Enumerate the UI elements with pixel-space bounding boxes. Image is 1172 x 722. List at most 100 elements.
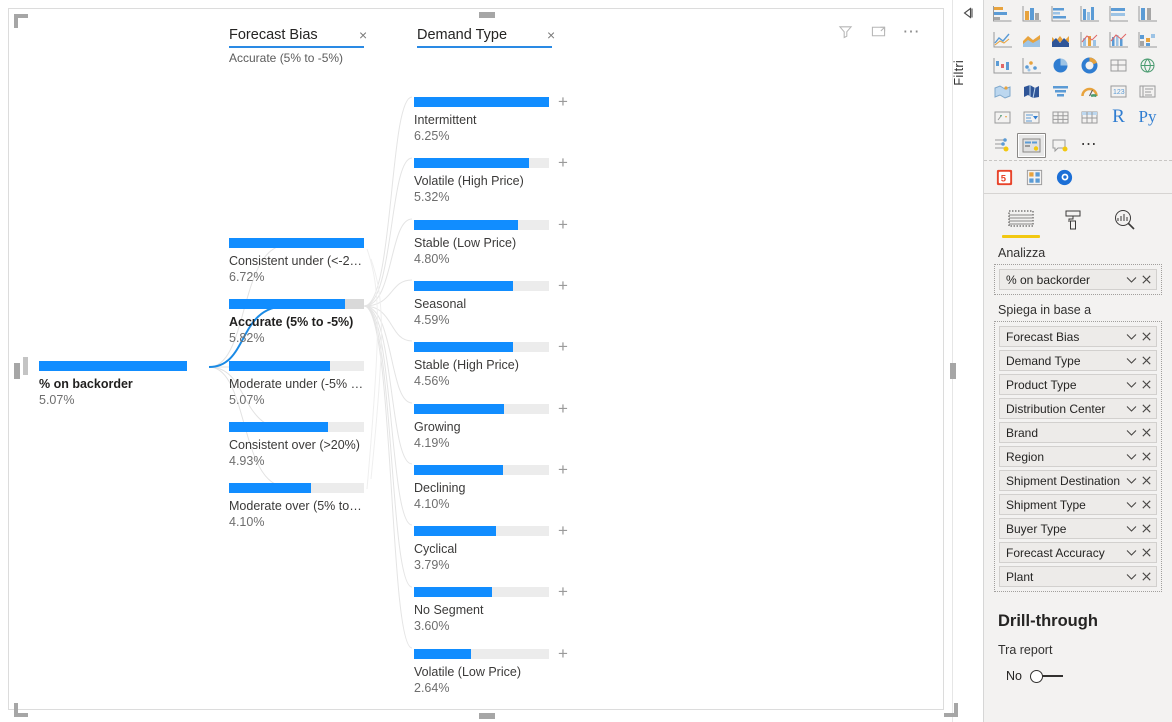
cross-report-toggle[interactable]: [1029, 669, 1065, 683]
chevron-down-icon[interactable]: [1124, 501, 1139, 509]
remove-field-icon[interactable]: [1139, 572, 1153, 581]
qna-visual-icon[interactable]: [1046, 133, 1075, 158]
chevron-down-icon[interactable]: [1124, 477, 1139, 485]
explain-by-field-well[interactable]: Forecast Bias Demand Type Product Type Dist…: [994, 321, 1162, 592]
visualizations-grid-icon[interactable]: [1024, 167, 1044, 187]
tree-node[interactable]: Stable (Low Price) 4.80% +: [414, 216, 568, 267]
remove-field-icon[interactable]: [1139, 332, 1153, 341]
pie-chart-icon[interactable]: [1046, 53, 1075, 78]
filled-map-icon[interactable]: [988, 79, 1017, 104]
remove-field-icon[interactable]: [1139, 500, 1153, 509]
tree-node[interactable]: Volatile (High Price) 5.32% +: [414, 154, 568, 205]
tree-node[interactable]: Moderate over (5% to … 4.10%: [229, 483, 364, 530]
explain-by-field-item[interactable]: Plant: [999, 566, 1157, 587]
tree-node[interactable]: Stable (High Price) 4.56% +: [414, 338, 568, 389]
tree-node[interactable]: Accurate (5% to -5%) 5.82%: [229, 299, 364, 346]
waterfall-chart-icon[interactable]: [988, 53, 1017, 78]
remove-field-icon[interactable]: [1139, 524, 1153, 533]
analyze-tab[interactable]: [998, 204, 1044, 238]
tree-node[interactable]: Volatile (Low Price) 2.64% +: [414, 645, 568, 696]
scatter-chart-icon[interactable]: [1017, 53, 1046, 78]
decomposition-tree-icon[interactable]: [1017, 132, 1046, 158]
resize-handle-bottom-right[interactable]: [944, 703, 958, 717]
chevron-down-icon[interactable]: [1124, 429, 1139, 437]
explain-by-field-item[interactable]: Product Type: [999, 374, 1157, 395]
multi-row-card-icon[interactable]: [1133, 79, 1162, 104]
chevron-down-icon[interactable]: [1124, 549, 1139, 557]
decomposition-tree-visual[interactable]: ⋯ Forecast Bias × Accurate (5% to -5%) D…: [8, 8, 958, 719]
cross-report-toggle-row[interactable]: No: [984, 657, 1172, 683]
tree-node[interactable]: Declining 4.10% +: [414, 461, 568, 512]
fields-circle-icon[interactable]: [1054, 167, 1074, 187]
chevron-down-icon[interactable]: [1124, 276, 1139, 284]
expand-node-icon[interactable]: +: [555, 583, 571, 600]
expand-node-icon[interactable]: +: [555, 461, 571, 478]
expand-node-icon[interactable]: +: [555, 338, 571, 355]
tree-node[interactable]: Cyclical 3.79% +: [414, 522, 568, 573]
explain-by-field-item[interactable]: Demand Type: [999, 350, 1157, 371]
remove-field-icon[interactable]: [1139, 380, 1153, 389]
remove-field-icon[interactable]: [1139, 548, 1153, 557]
clustered-column-chart-icon[interactable]: [1075, 1, 1104, 26]
tree-node[interactable]: Growing 4.19% +: [414, 400, 568, 451]
donut-chart-icon[interactable]: [1075, 53, 1104, 78]
expand-node-icon[interactable]: +: [555, 400, 571, 417]
remove-field-icon[interactable]: [1139, 275, 1153, 284]
tree-node[interactable]: Moderate under (-5% … 5.07%: [229, 360, 364, 408]
slicer-icon[interactable]: [1017, 105, 1046, 130]
expand-node-icon[interactable]: +: [555, 93, 571, 110]
focus-mode-icon[interactable]: [870, 23, 887, 40]
key-influencers-icon[interactable]: [988, 133, 1017, 158]
analytics-tab[interactable]: [1102, 204, 1148, 238]
remove-field-icon[interactable]: [1139, 476, 1153, 485]
tree-node[interactable]: Consistent over (>20%) 4.93%: [229, 421, 364, 469]
remove-field-icon[interactable]: [1139, 428, 1153, 437]
resize-handle-bottom-left[interactable]: [14, 703, 28, 717]
stacked-column-chart-icon[interactable]: [1017, 1, 1046, 26]
tree-level-close-icon[interactable]: ×: [547, 27, 555, 43]
remove-field-icon[interactable]: [1139, 356, 1153, 365]
explain-by-field-item[interactable]: Distribution Center: [999, 398, 1157, 419]
stacked-bar-chart-icon[interactable]: [988, 1, 1017, 26]
ribbon-chart-icon[interactable]: [1133, 27, 1162, 52]
more-visuals-icon[interactable]: ⋯: [1075, 133, 1104, 158]
explain-by-field-item[interactable]: Forecast Accuracy: [999, 542, 1157, 563]
chevron-down-icon[interactable]: [1124, 573, 1139, 581]
matrix-icon[interactable]: [1075, 105, 1104, 130]
tree-level-title[interactable]: Demand Type ×: [417, 27, 555, 48]
more-options-icon[interactable]: ⋯: [903, 23, 922, 40]
chevron-down-icon[interactable]: [1124, 381, 1139, 389]
format-tab[interactable]: [1050, 204, 1096, 238]
area-chart-icon[interactable]: [1017, 27, 1046, 52]
expand-node-icon[interactable]: +: [555, 645, 571, 662]
resize-handle-bottom[interactable]: [479, 713, 495, 719]
tree-node[interactable]: No Segment 3.60% +: [414, 583, 568, 634]
explain-by-field-item[interactable]: Shipment Destination: [999, 470, 1157, 491]
funnel-chart-icon[interactable]: [1046, 79, 1075, 104]
hundred-percent-bar-chart-icon[interactable]: [1104, 1, 1133, 26]
resize-handle-top-left[interactable]: [14, 14, 28, 28]
tree-root-node[interactable]: % on backorder 5.07%: [39, 361, 187, 408]
tree-level-title[interactable]: Forecast Bias ×: [229, 27, 367, 48]
hundred-percent-column-chart-icon[interactable]: [1133, 1, 1162, 26]
explain-by-field-item[interactable]: Region: [999, 446, 1157, 467]
stacked-area-chart-icon[interactable]: [1046, 27, 1075, 52]
resize-handle-right[interactable]: [950, 363, 956, 379]
line-and-stacked-column-chart-icon[interactable]: [1075, 27, 1104, 52]
explain-by-field-item[interactable]: Shipment Type: [999, 494, 1157, 515]
python-visual-icon[interactable]: Py: [1133, 105, 1162, 130]
tree-node[interactable]: Consistent under (<-2… 6.72%: [229, 238, 364, 285]
chevron-down-icon[interactable]: [1124, 405, 1139, 413]
shape-map-icon[interactable]: [1017, 79, 1046, 104]
treemap-icon[interactable]: [1104, 53, 1133, 78]
analyze-field-well[interactable]: % on backorder: [994, 264, 1162, 295]
chevron-down-icon[interactable]: [1124, 453, 1139, 461]
line-and-clustered-column-chart-icon[interactable]: [1104, 27, 1133, 52]
kpi-icon[interactable]: [988, 105, 1017, 130]
expand-node-icon[interactable]: +: [555, 277, 571, 294]
tree-scroll-indicator[interactable]: [23, 357, 28, 375]
resize-handle-top[interactable]: [479, 12, 495, 18]
line-chart-icon[interactable]: [988, 27, 1017, 52]
filters-pane-collapsed[interactable]: Filtri: [951, 0, 984, 722]
explain-by-field-item[interactable]: Forecast Bias: [999, 326, 1157, 347]
